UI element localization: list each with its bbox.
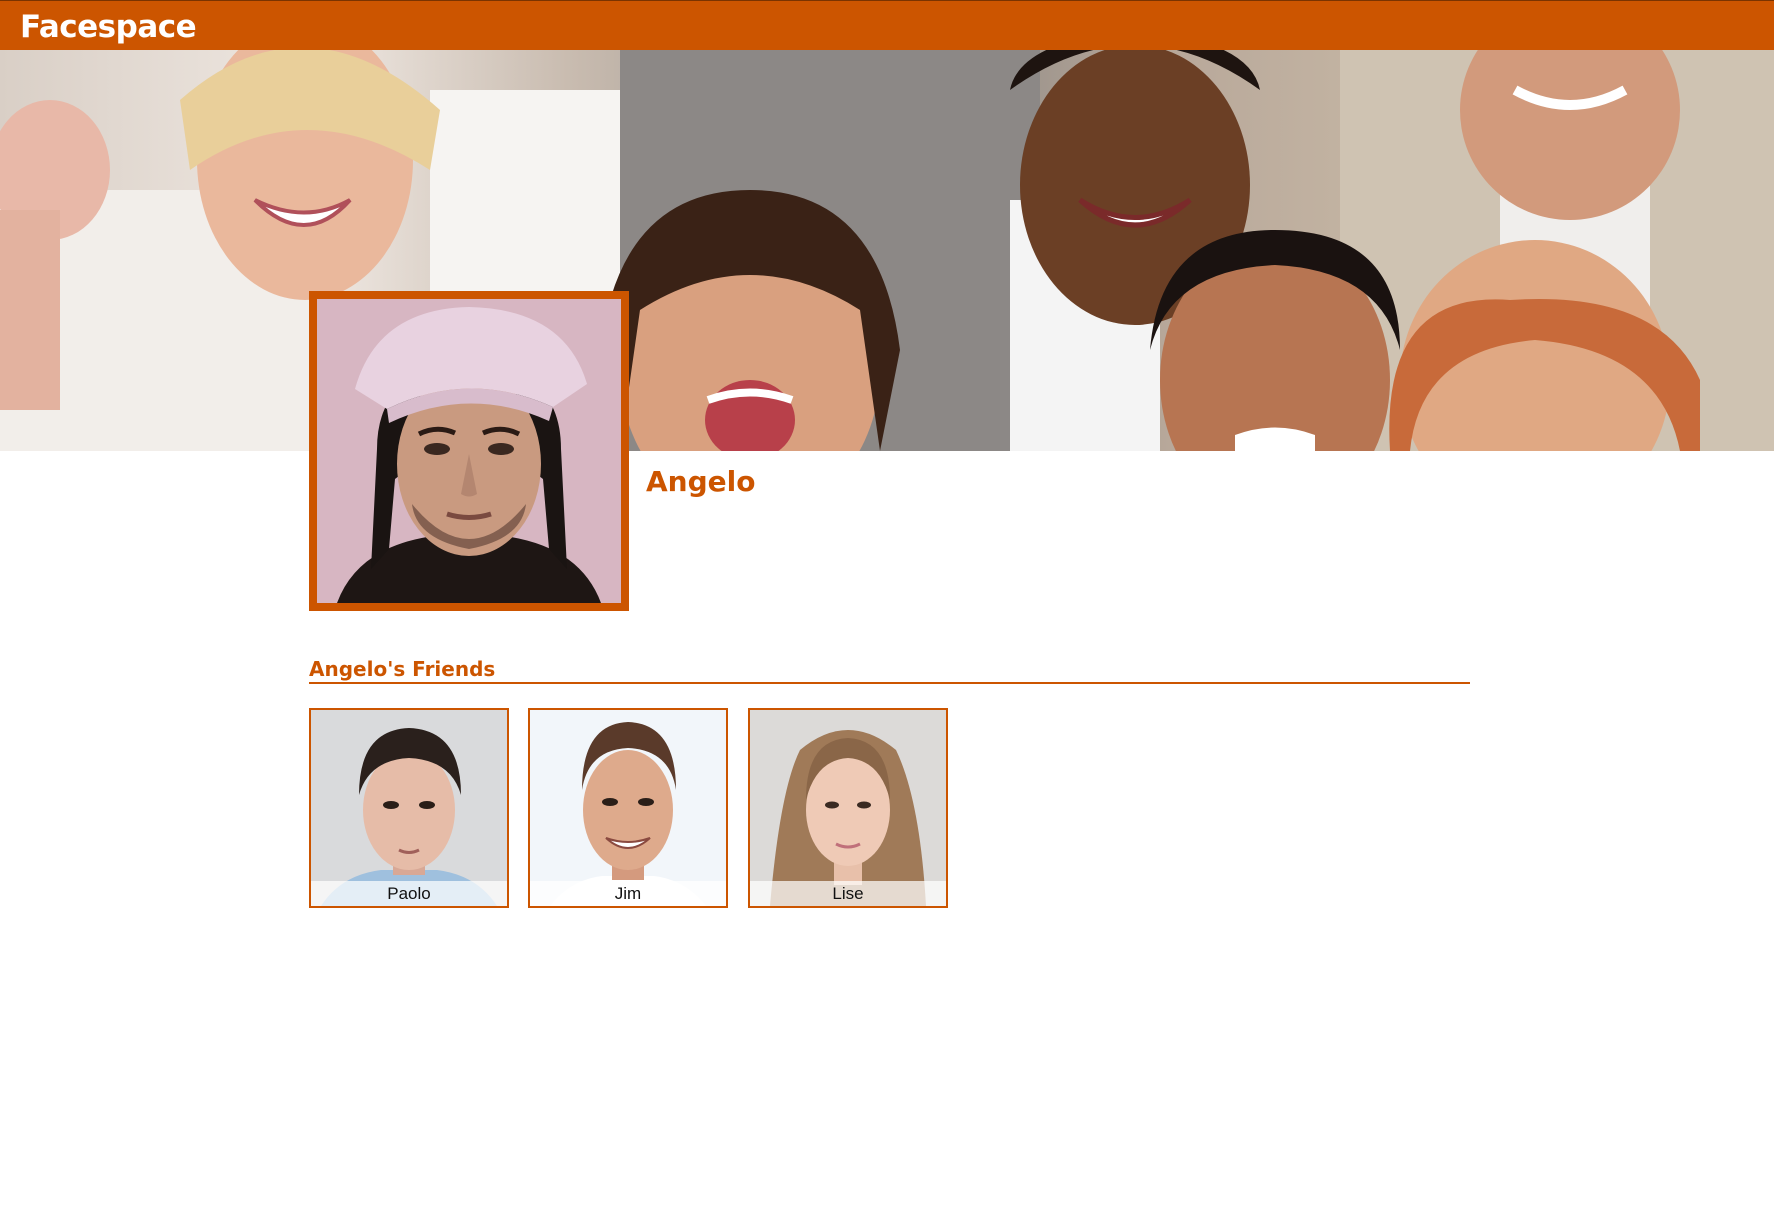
friend-photo-paolo bbox=[311, 710, 507, 906]
top-navigation-bar: Facespace bbox=[0, 0, 1774, 50]
friend-name: Lise bbox=[750, 881, 946, 906]
profile-name: Angelo bbox=[646, 465, 756, 498]
site-logo[interactable]: Facespace bbox=[20, 7, 197, 47]
profile-avatar bbox=[309, 291, 629, 611]
friend-card-lise[interactable]: Lise bbox=[748, 708, 948, 908]
friend-photo-jim bbox=[530, 710, 726, 906]
cover-photo bbox=[0, 50, 1774, 451]
friend-name: Paolo bbox=[311, 881, 507, 906]
friend-card-paolo[interactable]: Paolo bbox=[309, 708, 509, 908]
friends-section-heading: Angelo's Friends bbox=[309, 654, 1470, 684]
cover-photo-illustration bbox=[0, 50, 1774, 451]
profile-avatar-photo bbox=[317, 299, 621, 603]
friend-photo-lise bbox=[750, 710, 946, 906]
friend-name: Jim bbox=[530, 881, 726, 906]
friend-card-jim[interactable]: Jim bbox=[528, 708, 728, 908]
